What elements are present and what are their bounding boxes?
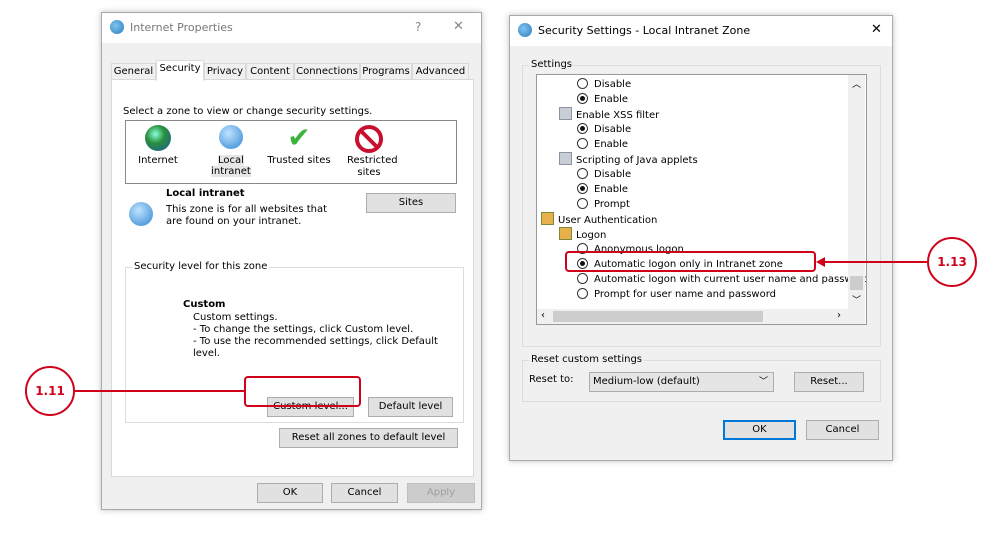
radio-checked-icon [577, 93, 588, 104]
ie-globe-icon [110, 20, 124, 34]
reset-custom-settings-group: Reset custom settings Reset to: Medium-l… [522, 354, 881, 402]
settings-heading: Enable XSS filter [559, 107, 659, 122]
radio-option[interactable]: Automatic logon with current user name a… [577, 272, 866, 287]
reset-to-label: Reset to: [529, 374, 574, 385]
tab-content[interactable]: Content [246, 63, 294, 80]
reset-all-zones-button[interactable]: Reset all zones to default level [279, 428, 458, 448]
settings-heading: User Authentication [541, 212, 657, 227]
cancel-button[interactable]: Cancel [331, 483, 398, 503]
users-icon [559, 227, 572, 240]
checkmark-icon: ✔ [287, 121, 311, 154]
sites-button[interactable]: Sites [366, 193, 456, 213]
radio-option[interactable]: Prompt [577, 197, 630, 212]
tab-security[interactable]: Security [156, 60, 204, 81]
radio-option[interactable]: Enable [577, 182, 628, 197]
callout-line-1-11 [75, 390, 244, 392]
reset-button[interactable]: Reset... [794, 372, 864, 392]
h-scroll-thumb[interactable] [553, 311, 763, 322]
ie-globe-icon [518, 23, 532, 37]
ok-button[interactable]: OK [723, 420, 796, 440]
zone-list: Internet Local intranet ✔ Trusted sites … [125, 120, 457, 184]
zone-trusted-sites[interactable]: ✔ Trusted sites [267, 121, 331, 166]
ok-button[interactable]: OK [257, 483, 323, 503]
callout-line-1-13 [824, 261, 927, 263]
radio-option[interactable]: Prompt for user name and password [577, 287, 776, 302]
help-button[interactable]: ? [415, 20, 421, 34]
settings-heading: Scripting of Java applets [559, 152, 698, 167]
zone-restricted-sites[interactable]: Restricted sites [339, 125, 399, 179]
globe-icon [145, 125, 171, 151]
window-title: Security Settings - Local Intranet Zone [538, 24, 751, 37]
level-description: Custom settings. - To change the setting… [193, 312, 438, 359]
tab-privacy[interactable]: Privacy [204, 63, 246, 80]
restricted-icon [355, 125, 383, 153]
reset-to-dropdown[interactable]: Medium-low (default) ﹀ [589, 372, 774, 392]
tab-programs[interactable]: Programs [360, 63, 412, 80]
script-icon [559, 107, 572, 120]
script-icon [559, 152, 572, 165]
tab-connections[interactable]: Connections [294, 63, 360, 80]
zone-description: This zone is for all websites that are f… [166, 204, 328, 227]
level-title: Custom [183, 299, 226, 310]
radio-option[interactable]: Disable [577, 77, 631, 92]
zone-local-intranet[interactable]: Local intranet [198, 125, 264, 177]
zone-internet[interactable]: Internet [134, 125, 182, 166]
close-icon[interactable]: ✕ [453, 19, 464, 34]
radio-option[interactable]: Enable [577, 92, 628, 107]
users-icon [541, 212, 554, 225]
scroll-down-icon[interactable]: ﹀ [852, 293, 861, 306]
radio-unchecked-icon [577, 273, 588, 284]
radio-option[interactable]: Disable [577, 122, 631, 137]
intranet-computer-icon [219, 125, 243, 149]
radio-unchecked-icon [577, 288, 588, 299]
cancel-button[interactable]: Cancel [806, 420, 879, 440]
scroll-thumb[interactable] [850, 276, 863, 290]
radio-unchecked-icon [577, 78, 588, 89]
custom-level-highlight [244, 376, 361, 407]
radio-checked-icon [577, 183, 588, 194]
callout-1-11: 1.11 [25, 366, 75, 416]
scroll-left-icon[interactable]: ‹ [541, 310, 545, 321]
zone-prompt: Select a zone to view or change security… [123, 106, 373, 117]
scroll-up-icon[interactable]: ︿ [852, 77, 861, 90]
horizontal-scrollbar[interactable]: ‹ › [537, 309, 865, 324]
internet-properties-dialog: Internet Properties ? ✕ General Security… [101, 12, 482, 510]
scroll-right-icon[interactable]: › [837, 310, 841, 321]
radio-unchecked-icon [577, 168, 588, 179]
default-level-button[interactable]: Default level [368, 397, 453, 417]
arrow-head-icon [816, 257, 825, 267]
tab-general[interactable]: General [111, 63, 156, 80]
chevron-down-icon: ﹀ [758, 377, 768, 387]
radio-unchecked-icon [577, 198, 588, 209]
vertical-scrollbar[interactable]: ︿ ﹀ [848, 75, 865, 309]
window-title: Internet Properties [130, 21, 233, 34]
auto-logon-highlight [565, 251, 816, 272]
intranet-computer-icon [129, 202, 153, 226]
radio-unchecked-icon [577, 138, 588, 149]
callout-1-13: 1.13 [927, 237, 977, 287]
apply-button[interactable]: Apply [407, 483, 475, 503]
settings-list[interactable]: Disable Enable Enable XSS filter Disable Ena… [536, 74, 867, 325]
security-tab-panel: Select a zone to view or change security… [111, 79, 474, 477]
settings-heading: Logon [559, 227, 606, 242]
tab-advanced[interactable]: Advanced [412, 63, 469, 80]
security-settings-dialog: Security Settings - Local Intranet Zone … [509, 15, 893, 461]
zone-title: Local intranet [166, 188, 245, 199]
radio-option[interactable]: Enable [577, 137, 628, 152]
radio-option[interactable]: Disable [577, 167, 631, 182]
radio-checked-icon [577, 123, 588, 134]
close-icon[interactable]: ✕ [871, 22, 882, 37]
title-bar: Internet Properties ? ✕ [102, 13, 481, 43]
title-bar: Security Settings - Local Intranet Zone … [510, 16, 892, 46]
